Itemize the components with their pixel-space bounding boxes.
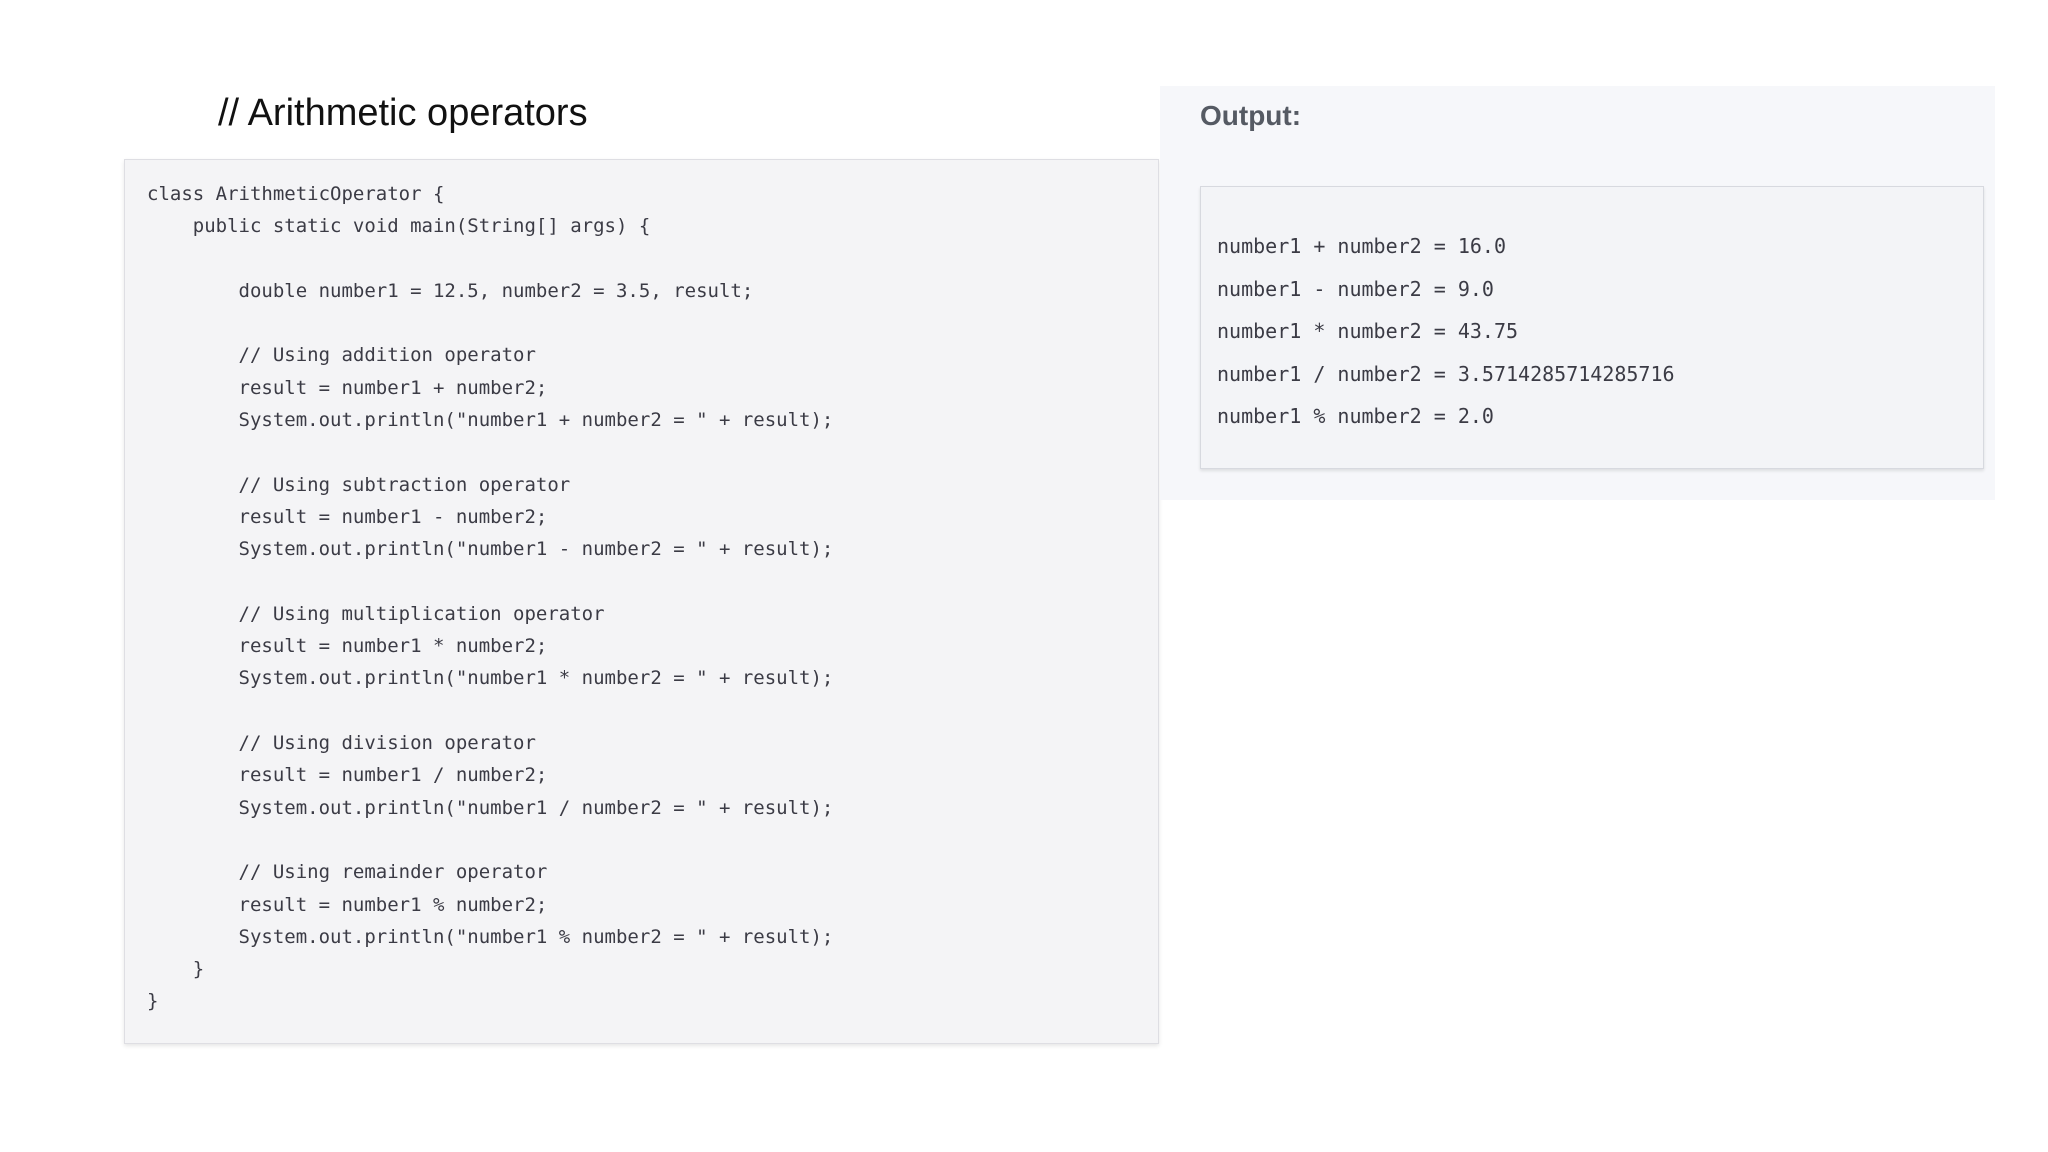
code-line: public static void main(String[] args) { (147, 215, 651, 238)
output-heading: Output: (1200, 100, 1302, 131)
code-line: System.out.println("number1 + number2 = … (147, 409, 834, 432)
output-listing: number1 + number2 = 16.0 number1 - numbe… (1217, 225, 1675, 438)
output-line: number1 * number2 = 43.75 (1217, 319, 1519, 343)
code-line: System.out.println("number1 / number2 = … (147, 796, 834, 819)
code-listing: class ArithmeticOperator { public static… (147, 178, 833, 1018)
code-line: result = number1 / number2; (147, 764, 548, 787)
output-console: number1 + number2 = 16.0 number1 - numbe… (1200, 186, 1984, 469)
output-panel: Output: number1 + number2 = 16.0 number1… (1160, 86, 1995, 500)
code-line: result = number1 - number2; (147, 505, 548, 528)
code-line: result = number1 + number2; (147, 376, 548, 399)
output-line: number1 - number2 = 9.0 (1217, 276, 1494, 301)
code-line: result = number1 % number2; (147, 893, 548, 916)
output-line: number1 / number2 = 3.5714285714285716 (1217, 361, 1675, 386)
code-line: // Using subtraction operator (147, 473, 571, 496)
code-line: System.out.println("number1 - number2 = … (147, 538, 834, 561)
code-line: } (147, 990, 159, 1013)
code-panel: class ArithmeticOperator { public static… (124, 159, 1159, 1044)
code-line: result = number1 * number2; (147, 635, 548, 658)
code-line: // Using remainder operator (147, 861, 548, 884)
code-line: // Using multiplication operator (147, 602, 605, 625)
code-line: double number1 = 12.5, number2 = 3.5, re… (147, 279, 754, 302)
code-line: class ArithmeticOperator { (147, 183, 445, 205)
output-line: number1 + number2 = 16.0 (1217, 234, 1506, 258)
code-line: } (147, 958, 205, 981)
code-line: System.out.println("number1 % number2 = … (147, 925, 834, 948)
output-line: number1 % number2 = 2.0 (1217, 404, 1494, 428)
code-line: System.out.println("number1 * number2 = … (147, 667, 834, 690)
code-line: // Using division operator (147, 732, 536, 755)
slide-title: // Arithmetic operators (218, 92, 588, 134)
code-line: // Using addition operator (147, 344, 536, 367)
